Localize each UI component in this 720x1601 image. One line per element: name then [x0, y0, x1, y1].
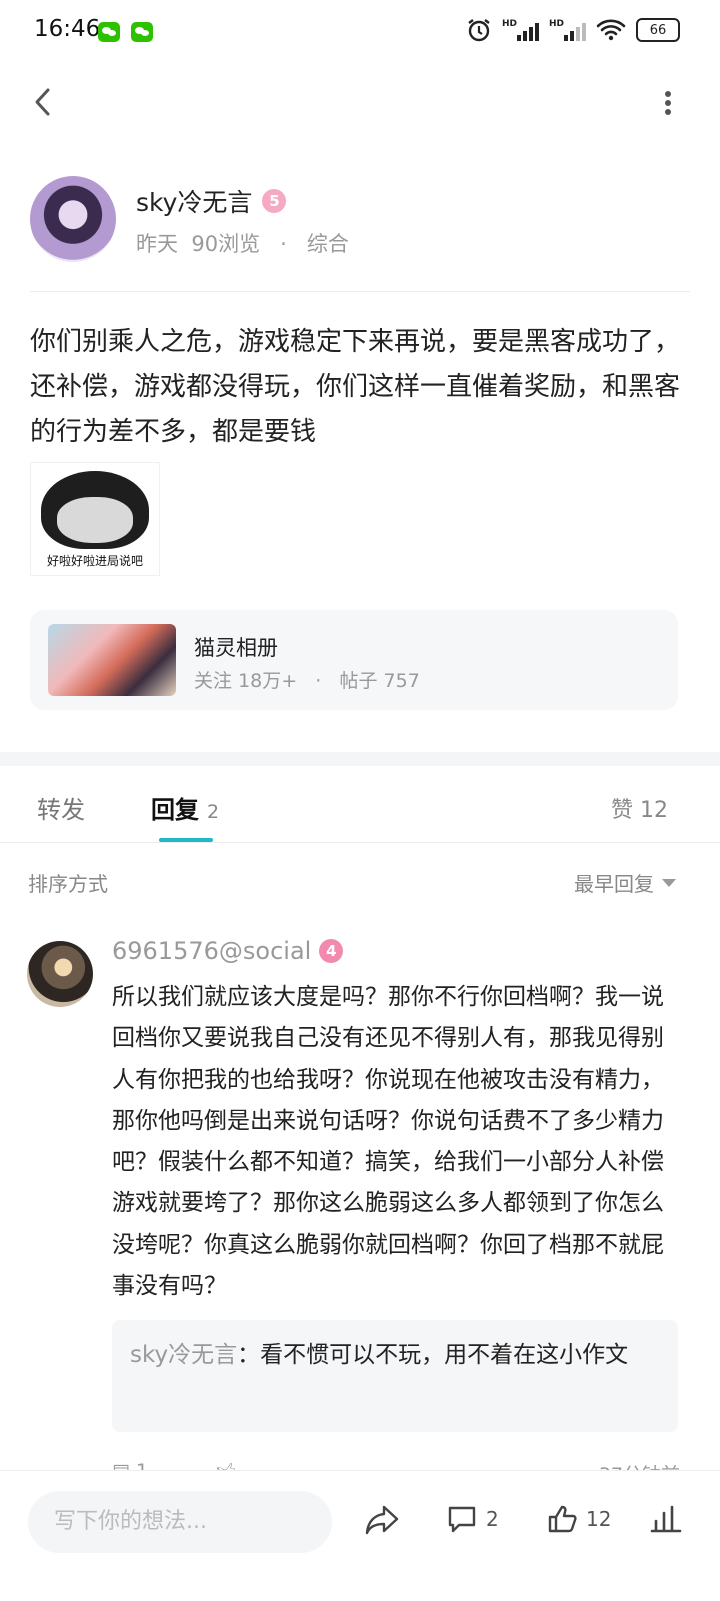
- divider: [30, 291, 690, 292]
- image-caption: 好啦好啦进局说吧: [46, 554, 143, 568]
- more-options-icon[interactable]: [656, 86, 680, 122]
- share-button[interactable]: [364, 1503, 400, 1537]
- bottom-bar: 写下你的想法... 2 12: [0, 1470, 720, 1601]
- status-time: 16:46: [34, 16, 101, 42]
- tab-like[interactable]: 赞 12: [611, 792, 668, 824]
- chevron-down-icon: [662, 878, 676, 887]
- thumbs-up-icon: [548, 1505, 577, 1533]
- wifi-icon: [596, 19, 626, 41]
- topic-thumbnail: [48, 624, 176, 696]
- like-count: 12: [586, 1507, 612, 1531]
- divider: [0, 842, 720, 843]
- wechat-icon: [98, 22, 120, 42]
- comment-input[interactable]: 写下你的想法...: [28, 1491, 332, 1553]
- wechat-icon: [131, 22, 153, 42]
- reply-count: 2: [207, 801, 220, 823]
- sub-reply-text: 看不惯可以不玩，用不着在这小作文: [260, 1342, 629, 1368]
- level-badge: 4: [319, 939, 344, 963]
- sort-label: 排序方式: [28, 872, 108, 896]
- sub-reply-box[interactable]: sky冷无言：看不惯可以不玩，用不着在这小作文: [112, 1320, 678, 1432]
- author-avatar[interactable]: [30, 176, 116, 262]
- commenter-name[interactable]: 6961576@social: [112, 937, 311, 965]
- status-indicators: HD HD 66: [466, 17, 680, 43]
- comment-count: 2: [486, 1507, 499, 1531]
- signal-icon: HD: [502, 19, 539, 41]
- post-image[interactable]: 好啦好啦进局说吧: [30, 462, 160, 576]
- view-count: 90浏览: [191, 232, 261, 256]
- comment-icon: [448, 1506, 476, 1533]
- post-time: 昨天: [136, 232, 178, 256]
- bar-chart-icon: [650, 1505, 682, 1533]
- signal-icon: HD: [549, 19, 586, 41]
- back-arrow-icon[interactable]: [28, 84, 64, 120]
- sub-reply: sky冷无言：看不惯可以不玩，用不着在这小作文: [130, 1342, 629, 1368]
- stats-button[interactable]: [648, 1503, 682, 1535]
- topic-card[interactable]: 猫灵相册 关注 18万+ · 帖子 757: [30, 610, 678, 710]
- share-icon: [365, 1505, 399, 1535]
- sub-reply-user[interactable]: sky冷无言: [130, 1342, 237, 1368]
- sort-dropdown[interactable]: 最早回复: [574, 868, 676, 897]
- level-badge: 5: [262, 189, 287, 213]
- post-category[interactable]: 综合: [307, 232, 349, 256]
- battery-icon: 66: [636, 18, 680, 42]
- comment-text[interactable]: 所以我们就应该大度是吗？那你不行你回档啊？我一说回档你又要说我自己没有还见不得别…: [112, 977, 680, 1307]
- topic-name: 猫灵相册: [194, 636, 278, 660]
- topic-stats: 关注 18万+ · 帖子 757: [194, 670, 420, 692]
- like-button[interactable]: 12: [546, 1503, 611, 1535]
- section-separator: [0, 752, 720, 766]
- alarm-icon: [468, 19, 490, 42]
- post-meta: 昨天 90浏览 · 综合: [136, 232, 349, 256]
- author-name-row[interactable]: sky冷无言 5: [136, 183, 287, 219]
- author-name[interactable]: sky冷无言: [136, 183, 252, 219]
- commenter-name-row[interactable]: 6961576@social 4: [112, 937, 344, 965]
- tab-repost[interactable]: 转发: [37, 790, 85, 825]
- post-text: 你们别乘人之危，游戏稳定下来再说，要是黑客成功了，还补偿，游戏都没得玩，你们这样…: [30, 327, 681, 447]
- commenter-avatar[interactable]: [27, 941, 93, 1007]
- tab-reply[interactable]: 回复 2: [151, 790, 219, 825]
- comment-button[interactable]: 2: [446, 1503, 499, 1535]
